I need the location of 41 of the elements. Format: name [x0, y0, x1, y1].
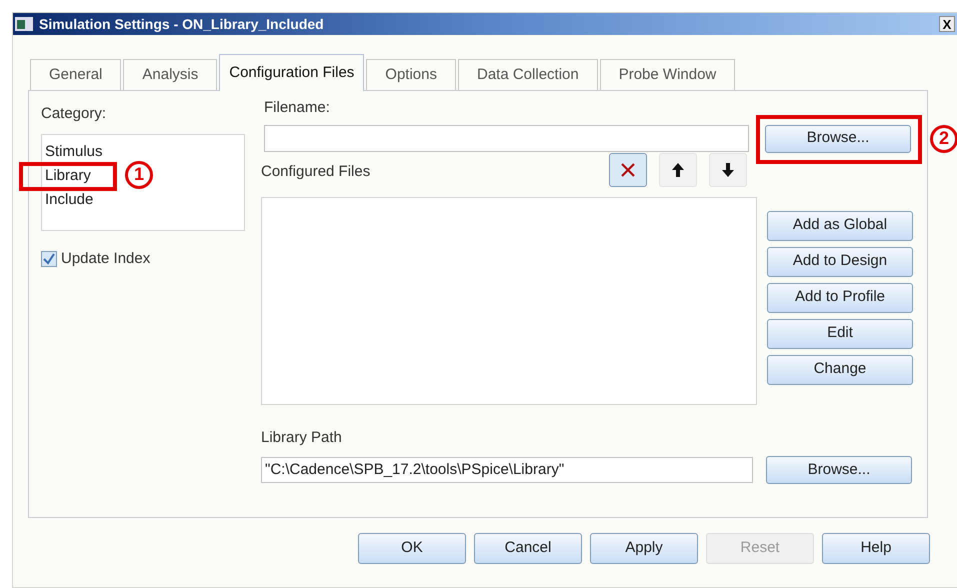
- close-button[interactable]: X: [939, 16, 955, 32]
- close-icon: [620, 162, 636, 178]
- delete-button[interactable]: [609, 152, 647, 186]
- window-icon: [15, 17, 33, 31]
- category-label: Category:: [41, 104, 108, 124]
- callout-number: 2: [930, 124, 957, 152]
- side-button[interactable]: Add as Global: [767, 210, 913, 240]
- arrow-down-icon: [721, 162, 735, 178]
- tab[interactable]: Data Collection: [458, 59, 598, 90]
- window-title: Simulation Settings - ON_Library_Included: [39, 14, 324, 34]
- dialog-button[interactable]: Apply: [590, 533, 698, 564]
- arrow-up-icon: [671, 162, 685, 178]
- library-path-value: "C:\Cadence\SPB_17.2\tools\PSpice\Library": [265, 460, 564, 480]
- side-button[interactable]: Change: [767, 354, 913, 384]
- filename-field[interactable]: [264, 125, 749, 152]
- checkbox-label: Update Index: [61, 248, 150, 268]
- checkbox[interactable]: [41, 250, 57, 267]
- library-path-label: Library Path: [261, 428, 343, 448]
- browse-button[interactable]: Browse...: [765, 124, 911, 152]
- tab[interactable]: Configuration Files: [219, 54, 364, 91]
- dialog-button[interactable]: OK: [358, 533, 466, 564]
- checkmark-icon: [43, 252, 55, 265]
- browse-button[interactable]: Browse...: [766, 456, 912, 484]
- side-button[interactable]: Add to Profile: [767, 282, 913, 312]
- category-item[interactable]: Stimulus: [45, 142, 103, 160]
- side-button[interactable]: Add to Design: [767, 246, 913, 276]
- tab[interactable]: General: [30, 59, 122, 90]
- dialog-button[interactable]: Cancel: [474, 533, 582, 564]
- filename-label: Filename:: [264, 98, 331, 118]
- configured-files-label: Configured Files: [261, 162, 370, 182]
- side-button[interactable]: Edit: [767, 318, 913, 348]
- category-item[interactable]: Include: [45, 190, 94, 208]
- move-up-button[interactable]: [659, 152, 697, 186]
- tab[interactable]: Probe Window: [600, 59, 736, 90]
- tab[interactable]: Analysis: [123, 59, 218, 90]
- move-down-button[interactable]: [709, 152, 747, 186]
- dialog-button[interactable]: Help: [822, 533, 930, 564]
- tab[interactable]: Options: [366, 59, 456, 90]
- category-item[interactable]: Library: [45, 166, 91, 184]
- library-path-field[interactable]: "C:\Cadence\SPB_17.2\tools\PSpice\Library": [261, 457, 753, 483]
- callout-number: 1: [125, 160, 153, 188]
